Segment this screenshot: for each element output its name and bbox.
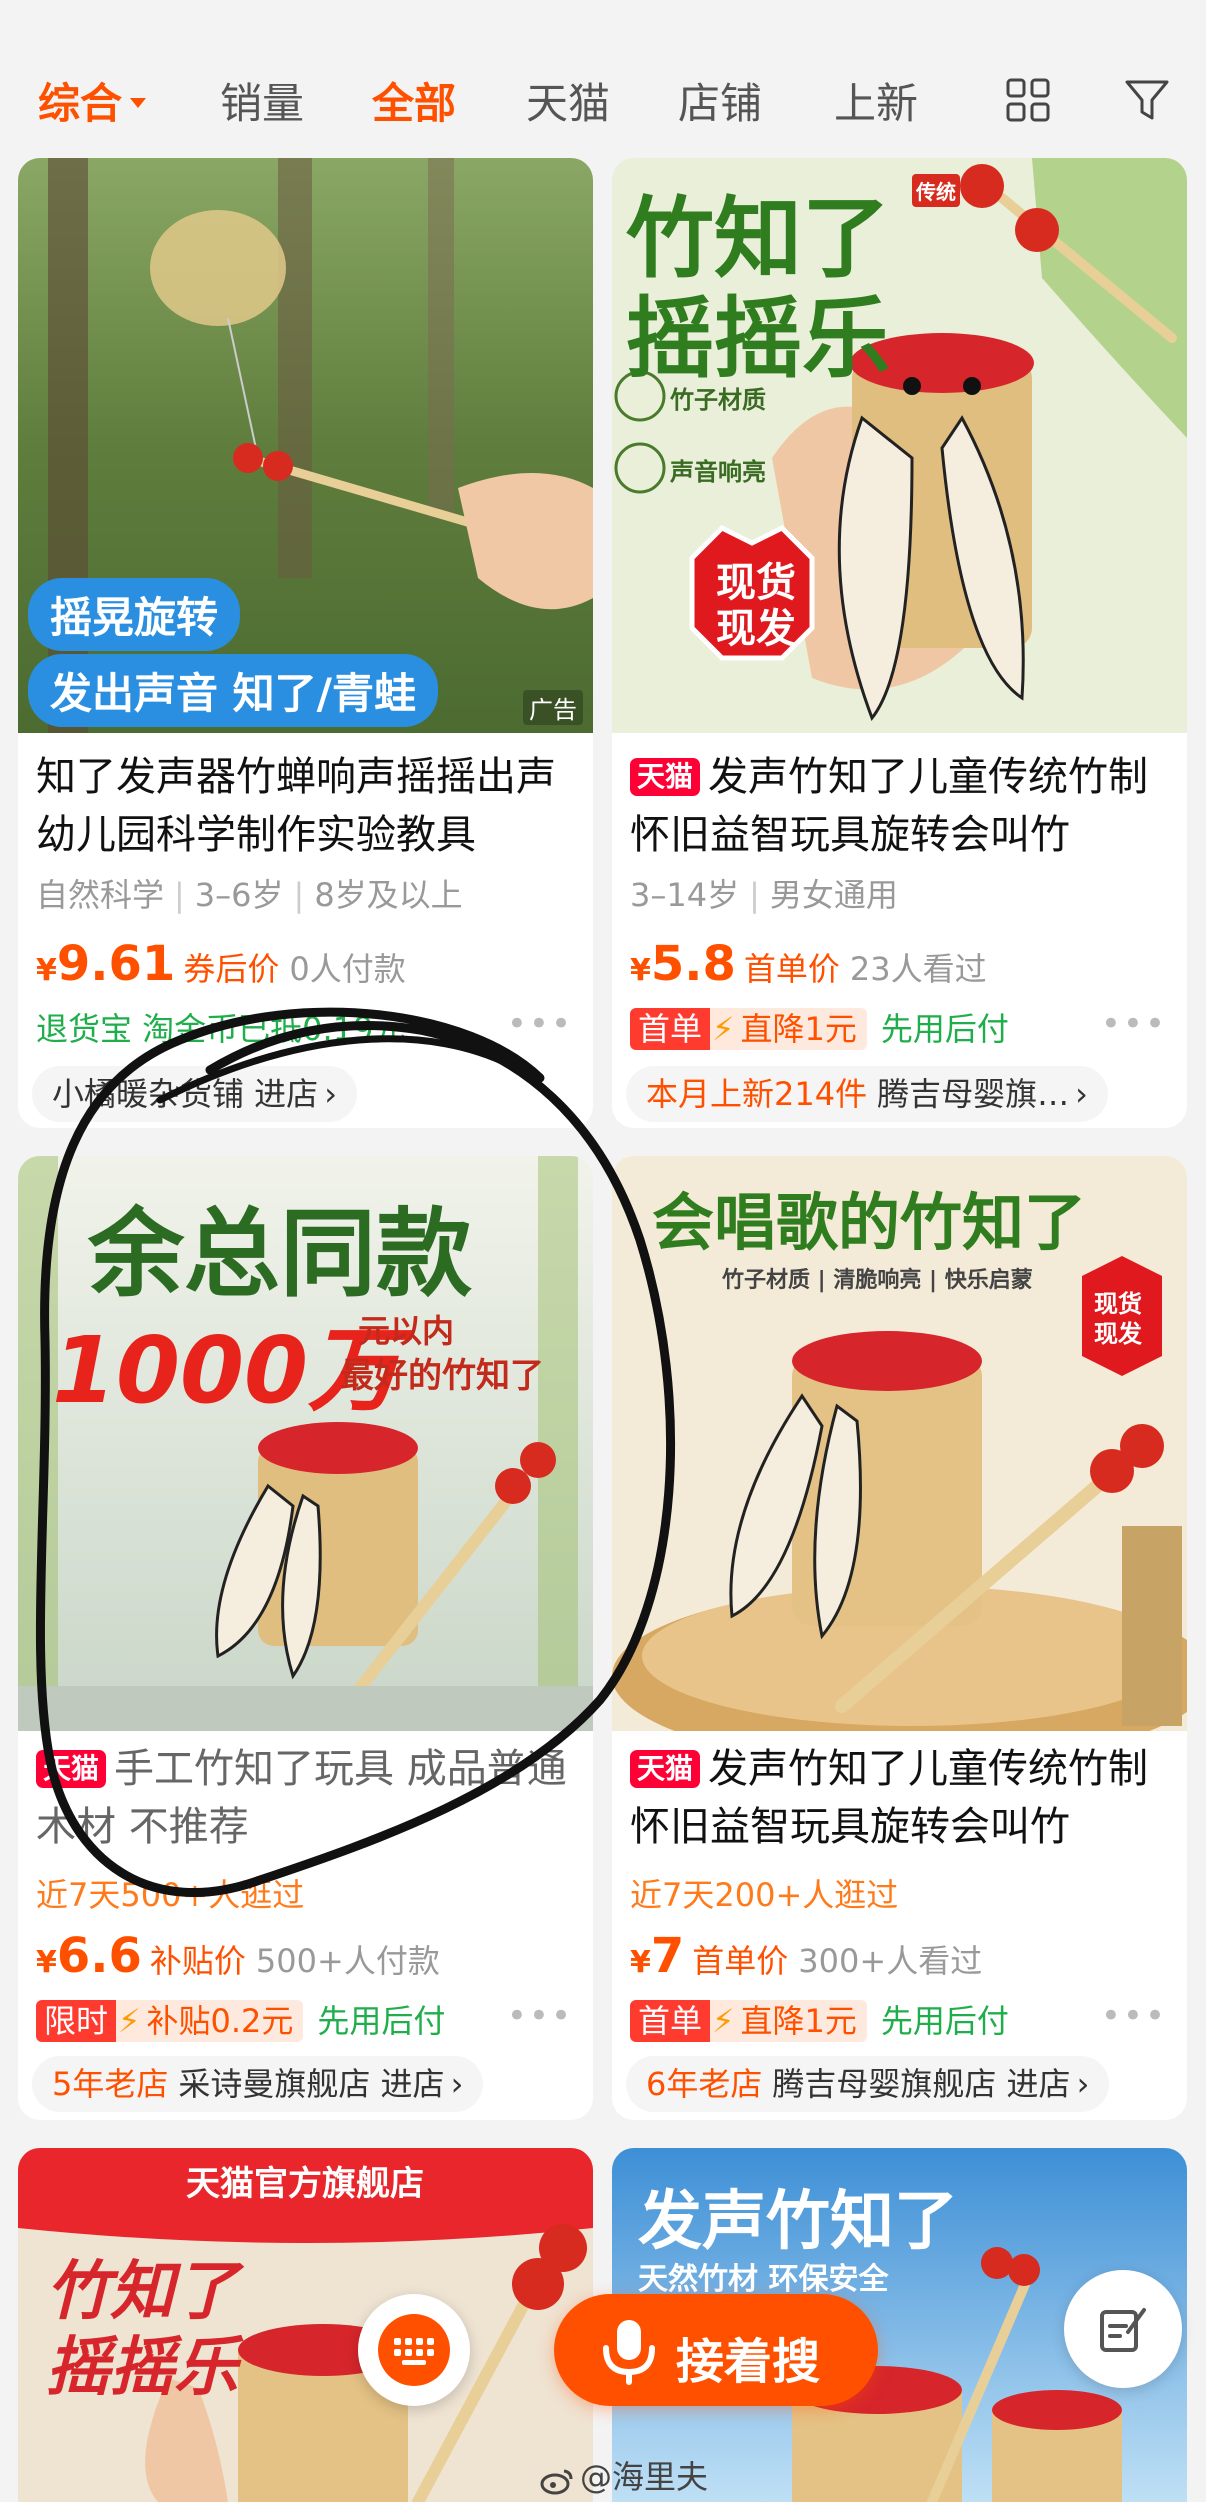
promo-row: 限时 ⚡ 补贴0.2元 先用后付 xyxy=(36,1996,445,2042)
search-results-page: 综合 销量 全部 天猫 店铺 上新 摇晃旋转 发出声音 知了/青蛙 广告 知了发… xyxy=(0,0,1206,2502)
image-feature: 声音响亮 xyxy=(670,458,766,486)
bolt-icon: ⚡ xyxy=(710,1008,737,1050)
price-row: ¥7 首单价 300+人看过 xyxy=(630,1928,983,1984)
product-image[interactable]: 会唱歌的竹知了 竹子材质 | 清脆响亮 | 快乐启蒙 现货 现发 xyxy=(612,1156,1187,1731)
promo-row: 退货宝 淘金币已抵0.19元 xyxy=(36,1010,406,1048)
filter-tab-tmall[interactable]: 天猫 xyxy=(526,70,610,131)
product-attributes: 自然科学 | 3–6岁 | 8岁及以上 xyxy=(36,876,463,914)
product-card[interactable]: 会唱歌的竹知了 竹子材质 | 清脆响亮 | 快乐启蒙 现货 现发 天猫 发声竹知了… xyxy=(612,1156,1187,2120)
tmall-badge: 天猫 xyxy=(630,1750,701,1788)
product-image[interactable]: 余总同款 1000万 元以内 最好的竹知了 xyxy=(18,1156,593,1731)
more-options-icon[interactable]: ••• xyxy=(1101,1004,1167,1044)
promo-row: 首单 ⚡ 直降1元 先用后付 xyxy=(630,1004,1009,1050)
image-stock-badge: 现发 xyxy=(716,606,796,652)
tmall-badge: 天猫 xyxy=(36,1750,107,1788)
image-headline: 会唱歌的竹知了 xyxy=(652,1186,1087,1259)
voice-search-button[interactable]: 接着搜 xyxy=(554,2294,878,2406)
filter-tab-shop[interactable]: 店铺 xyxy=(678,70,762,131)
sort-tab-comprehensive[interactable]: 综合 xyxy=(38,70,147,131)
image-features: 竹子材质 | 清脆响亮 | 快乐启蒙 xyxy=(722,1268,1033,1293)
shop-link[interactable]: 小橘暖杂货铺 进店 › xyxy=(32,1066,357,1122)
product-card[interactable]: 天猫官方旗舰店 竹知了 摇摇乐 xyxy=(18,2148,593,2502)
keyboard-search-button[interactable] xyxy=(358,2294,470,2406)
filter-tab-new[interactable]: 上新 xyxy=(834,70,918,131)
weibo-icon xyxy=(540,2465,574,2495)
price-row: ¥6.6 补贴价 500+人付款 xyxy=(36,1928,440,1984)
image-subheadline: 元以内 xyxy=(358,1312,455,1350)
filter-icon[interactable] xyxy=(1124,78,1170,122)
image-subheadline: 最好的竹知了 xyxy=(340,1356,544,1396)
price-row: ¥5.8 首单价 23人看过 xyxy=(630,936,987,992)
product-image[interactable]: 天猫官方旗舰店 竹知了 摇摇乐 xyxy=(18,2148,593,2502)
sort-tab-sales[interactable]: 销量 xyxy=(220,70,304,131)
product-card[interactable]: 竹知了 摇摇乐 传统 竹子材质 声音响亮 现货 现发 天猫 发声竹知了儿童传统竹制… xyxy=(612,158,1187,1128)
shop-link[interactable]: 本月上新214件 腾吉母婴旗… › xyxy=(626,1066,1108,1122)
price: 7 xyxy=(650,1928,685,1984)
image-feature: 竹子材质 xyxy=(670,386,766,414)
image-headline: 摇摇乐 xyxy=(626,287,891,390)
image-stock-badge: 现发 xyxy=(1094,1320,1142,1348)
recent-visits: 近7天200+人逛过 xyxy=(630,1876,899,1914)
image-caption: 摇晃旋转 xyxy=(28,578,241,651)
weibo-watermark: @海里夫 xyxy=(540,2452,708,2498)
image-subheadline: 天然竹材 环保安全 xyxy=(638,2262,889,2297)
chevron-right-icon: › xyxy=(324,1075,337,1113)
voice-search-label: 接着搜 xyxy=(676,2334,821,2390)
chevron-right-icon: › xyxy=(1075,1075,1088,1113)
chevron-right-icon: › xyxy=(450,2065,464,2103)
product-attributes: 3–14岁 | 男女通用 xyxy=(630,876,898,914)
product-card[interactable]: 余总同款 1000万 元以内 最好的竹知了 天猫 手工竹知了玩具 成品普通木材 不… xyxy=(18,1156,593,2120)
image-headline: 发声竹知了 xyxy=(638,2185,958,2259)
more-options-icon[interactable]: ••• xyxy=(1101,1996,1167,2036)
ad-label: 广告 xyxy=(523,690,583,725)
filter-tab-all[interactable]: 全部 xyxy=(372,70,456,131)
product-title[interactable]: 知了发声器竹蝉响声摇摇出声幼儿园科学制作实验教具 xyxy=(36,748,581,864)
bolt-icon: ⚡ xyxy=(710,2000,737,2042)
image-headline: 摇摇乐 xyxy=(46,2331,238,2405)
image-caption: 发出声音 知了/青蛙 xyxy=(28,654,438,727)
edit-icon xyxy=(1100,2308,1146,2352)
shop-link[interactable]: 6年老店 腾吉母婴旗舰店 进店 › xyxy=(626,2056,1110,2112)
price-row: ¥9.61 券后价 0人付款 xyxy=(36,936,406,992)
shop-link[interactable]: 5年老店 采诗曼旗舰店 进店 › xyxy=(32,2056,484,2112)
product-image[interactable]: 竹知了 摇摇乐 传统 竹子材质 声音响亮 现货 现发 xyxy=(612,158,1187,733)
sort-bar: 综合 销量 全部 天猫 店铺 上新 xyxy=(0,0,1206,150)
caret-down-icon xyxy=(130,97,147,108)
image-stamp: 传统 xyxy=(912,174,960,207)
keyboard-icon xyxy=(378,2314,450,2386)
product-card[interactable]: 摇晃旋转 发出声音 知了/青蛙 广告 知了发声器竹蝉响声摇摇出声幼儿园科学制作实… xyxy=(18,158,593,1128)
product-image[interactable]: 摇晃旋转 发出声音 知了/青蛙 广告 xyxy=(18,158,593,733)
more-options-icon[interactable]: ••• xyxy=(507,1996,573,2036)
price: 6.6 xyxy=(56,1928,142,1984)
image-headline: 余总同款 xyxy=(88,1198,472,1310)
microphone-icon xyxy=(603,2320,655,2385)
grid-view-icon[interactable] xyxy=(1006,78,1050,122)
price: 5.8 xyxy=(650,936,736,992)
feedback-edit-button[interactable] xyxy=(1064,2270,1182,2388)
more-options-icon[interactable]: ••• xyxy=(507,1004,573,1044)
product-title[interactable]: 天猫 发声竹知了儿童传统竹制怀旧益智玩具旋转会叫竹 xyxy=(630,1740,1175,1856)
price: 9.61 xyxy=(56,936,176,992)
image-banner: 天猫官方旗舰店 xyxy=(186,2164,424,2204)
tmall-badge: 天猫 xyxy=(630,758,701,796)
product-title[interactable]: 天猫 发声竹知了儿童传统竹制怀旧益智玩具旋转会叫竹 xyxy=(630,748,1175,864)
recent-visits: 近7天500+人逛过 xyxy=(36,1876,305,1914)
promo-row: 首单 ⚡ 直降1元 先用后付 xyxy=(630,1996,1009,2042)
chevron-right-icon: › xyxy=(1076,2065,1090,2103)
product-title[interactable]: 天猫 手工竹知了玩具 成品普通木材 不推荐 xyxy=(36,1740,581,1856)
bolt-icon: ⚡ xyxy=(116,2000,143,2042)
